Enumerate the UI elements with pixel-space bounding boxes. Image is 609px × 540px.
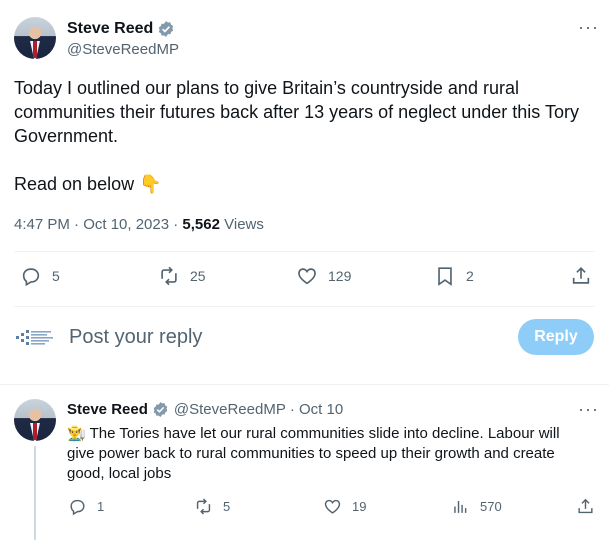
reply-views-action[interactable]: 570 [451, 497, 502, 516]
profile-logo-icon [16, 330, 53, 345]
heart-icon [324, 499, 341, 514]
reply-text: 👨‍🌾 The Tories have let our rural commun… [67, 424, 587, 484]
repost-count: 25 [190, 268, 206, 284]
repost-action[interactable]: 25 [158, 265, 206, 287]
reply-like-count: 19 [352, 499, 367, 514]
tweet-timestamp[interactable]: 4:47 PM · Oct 10, 2023 · [14, 216, 182, 233]
author-name[interactable]: Steve Reed [67, 20, 153, 38]
composer-avatar [16, 326, 56, 350]
author-avatar[interactable] [14, 17, 56, 59]
heart-icon [298, 268, 316, 285]
verified-badge-icon [159, 21, 174, 37]
repost-icon [196, 498, 211, 515]
bookmark-action[interactable]: 2 [434, 265, 474, 287]
reply-button[interactable]: Reply [518, 319, 594, 355]
reply-icon [22, 268, 40, 287]
reply-like-action[interactable]: 19 [323, 497, 366, 516]
divider [14, 306, 595, 307]
divider [0, 384, 609, 385]
tweet-text: Today I outlined our plans to give Brita… [14, 76, 594, 196]
reply-reply-action[interactable]: 1 [68, 497, 104, 516]
reply-more-options-icon[interactable]: ··· [578, 400, 599, 418]
reply-author-handle[interactable]: @SteveReedMP [174, 401, 286, 418]
farmer-emoji: 👨‍🌾 [67, 425, 86, 442]
share-action[interactable] [570, 265, 592, 287]
reply-views-count: 570 [480, 499, 502, 514]
reply-icon [70, 499, 85, 516]
reply-author-avatar[interactable] [14, 399, 56, 441]
share-icon [572, 267, 590, 284]
bookmark-count: 2 [466, 268, 474, 284]
tweet-meta: 4:47 PM · Oct 10, 2023 · 5,562 Views [14, 216, 264, 233]
reply-input[interactable]: Post your reply [69, 326, 202, 349]
divider [14, 251, 595, 252]
reply-text-body: The Tories have let our rural communitie… [67, 425, 560, 482]
share-icon [578, 498, 593, 514]
reply-author-name[interactable]: Steve Reed [67, 401, 148, 418]
repost-icon [161, 266, 177, 286]
like-count: 129 [328, 268, 352, 284]
views-label: Views [219, 216, 264, 233]
reply-repost-action[interactable]: 5 [194, 497, 230, 516]
like-action[interactable]: 129 [296, 265, 351, 287]
reply-action[interactable]: 5 [20, 265, 60, 287]
reply-reply-count: 1 [97, 499, 105, 514]
reply-date[interactable]: · Oct 10 [290, 401, 343, 418]
reply-repost-count: 5 [223, 499, 231, 514]
tweet-text-paragraph: Today I outlined our plans to give Brita… [14, 78, 579, 146]
bookmark-icon [438, 267, 452, 286]
verified-badge-icon [153, 402, 168, 417]
views-count: 5,562 [182, 216, 220, 233]
author-handle[interactable]: @SteveReedMP [67, 41, 179, 58]
reply-count: 5 [52, 268, 60, 284]
thread-line [34, 446, 36, 540]
tweet-text-read-on: Read on below 👇 [14, 174, 162, 194]
more-options-icon[interactable]: ··· [578, 18, 599, 36]
analytics-icon [454, 500, 467, 513]
reply-share-action[interactable] [576, 497, 595, 516]
